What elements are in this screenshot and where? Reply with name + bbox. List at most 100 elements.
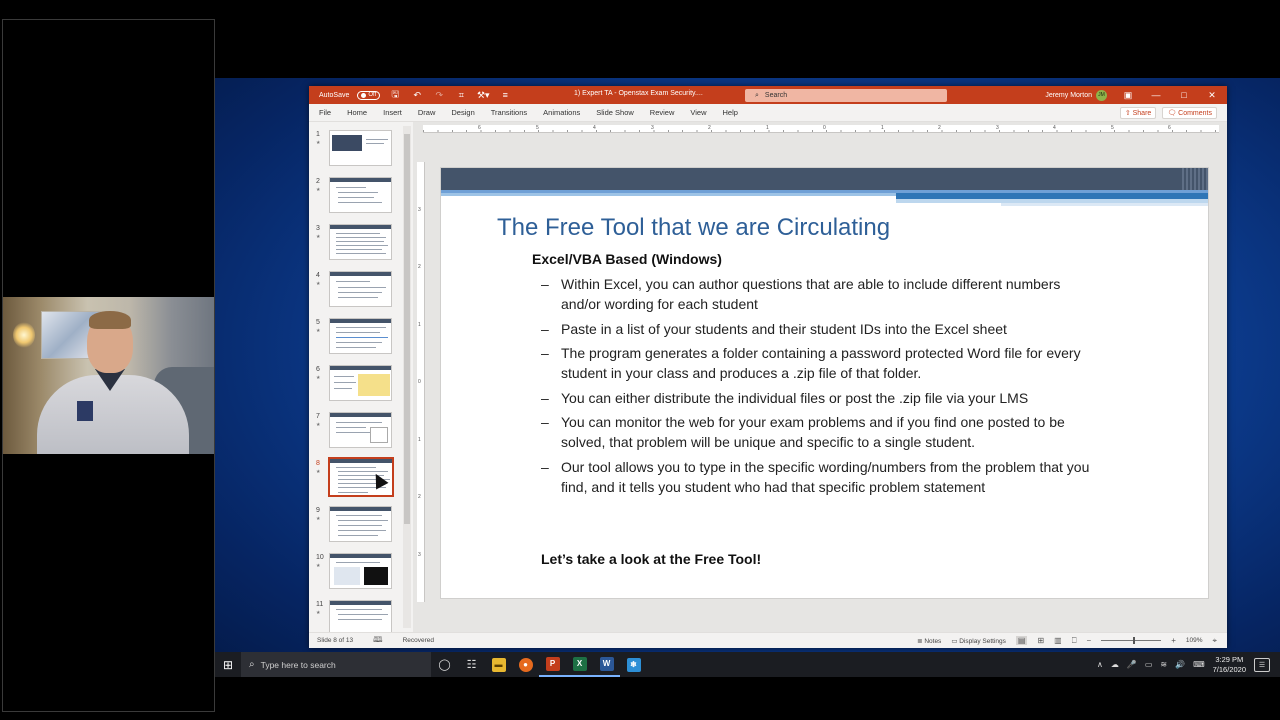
tab-insert[interactable]: Insert <box>375 108 410 117</box>
tab-transitions[interactable]: Transitions <box>483 108 535 117</box>
excel-taskbar-icon[interactable]: X <box>566 652 593 677</box>
customize-qat-icon[interactable]: ≡ <box>498 90 512 100</box>
present-icon[interactable]: ⌗ <box>454 90 468 101</box>
wifi-icon[interactable]: ≋ <box>1160 660 1167 669</box>
tab-help[interactable]: Help <box>715 108 746 117</box>
thumbnail-slide-3[interactable]: 3 ★ <box>309 224 413 270</box>
task-view-icon[interactable]: ☷ <box>458 652 485 677</box>
spelling-icon[interactable]: 🕮 <box>373 634 382 648</box>
thumbnail-slide-4[interactable]: 4 ★ <box>309 271 413 317</box>
tab-view[interactable]: View <box>682 108 714 117</box>
thumbnail-slide-10[interactable]: 10 ★ <box>309 553 413 599</box>
firefox-icon[interactable]: ● <box>512 652 539 677</box>
thumb-line <box>336 422 382 423</box>
close-button[interactable]: ✕ <box>1205 90 1219 101</box>
search-box[interactable]: ⌕ Search <box>745 89 947 102</box>
horizontal-ruler: 6 5 4 3 2 1 0 1 2 3 4 5 6 <box>423 125 1219 133</box>
thumbnail-slide-11[interactable]: 11 ★ <box>309 600 413 632</box>
slide-subheading[interactable]: Excel/VBA Based (Windows) <box>532 251 722 267</box>
comments-button[interactable]: 🗨 Comments <box>1162 107 1217 119</box>
tab-home[interactable]: Home <box>339 108 375 117</box>
thumb-line <box>336 347 376 348</box>
undo-icon[interactable]: ↶ <box>410 90 424 101</box>
format-painter-icon[interactable]: ⚒▾ <box>476 90 490 101</box>
search-placeholder: Search <box>764 92 788 99</box>
thumb-line <box>338 492 368 493</box>
thumb-line <box>336 245 388 246</box>
fit-to-window-icon[interactable]: ⌖ <box>1212 636 1217 646</box>
show-hidden-icons-icon[interactable]: ∧ <box>1097 660 1103 669</box>
tab-animations[interactable]: Animations <box>535 108 588 117</box>
taskbar-search[interactable]: ⌕ Type here to search <box>241 652 431 677</box>
thumbnail-number: 9 <box>316 507 320 514</box>
thumbnail-slide-1[interactable]: 1 ★ <box>309 130 413 176</box>
network-icon[interactable]: ▭ <box>1145 660 1153 669</box>
thumb-line <box>336 562 380 563</box>
thumbnail-slide-7[interactable]: 7 ★ <box>309 412 413 458</box>
onedrive-icon[interactable]: ☁ <box>1111 660 1119 669</box>
word-taskbar-icon[interactable]: W <box>593 652 620 677</box>
status-bar: Slide 8 of 13 🕮 Recovered ≣ Notes ▭ Disp… <box>309 632 1227 648</box>
tab-draw[interactable]: Draw <box>410 108 444 117</box>
thumbnail-slide-5[interactable]: 5 ★ <box>309 318 413 364</box>
transition-star-icon: ★ <box>316 563 321 569</box>
thumbnail-image <box>329 177 392 213</box>
notes-button[interactable]: ≣ Notes <box>917 637 941 645</box>
slide-closing-line[interactable]: Let’s take a look at the Free Tool! <box>541 551 761 567</box>
zoom-in-icon[interactable]: + <box>1171 636 1176 645</box>
account-area[interactable]: Jeremy Morton JM <box>1045 89 1107 101</box>
thumb-line <box>338 619 382 620</box>
file-explorer-icon[interactable]: ▬ <box>485 652 512 677</box>
thumbnail-slide-9[interactable]: 9 ★ <box>309 506 413 552</box>
thumbnail-slide-2[interactable]: 2 ★ <box>309 177 413 223</box>
reading-view-icon[interactable]: ▥ <box>1054 636 1062 645</box>
powerpoint-window: AutoSave Off 🖫 ↶ ↷ ⌗ ⚒▾ ≡ 1) Expert TA -… <box>309 86 1227 648</box>
volume-icon[interactable]: 🔊 <box>1175 660 1185 669</box>
redo-icon[interactable]: ↷ <box>432 90 446 101</box>
thumbnail-slide-6[interactable]: 6 ★ <box>309 365 413 411</box>
toggle-dot-icon <box>361 92 367 98</box>
maximize-button[interactable]: □ <box>1177 90 1191 100</box>
clock[interactable]: 3:29 PM 7/16/2020 <box>1213 655 1246 675</box>
thumbnail-image <box>329 365 392 401</box>
slide-title[interactable]: The Free Tool that we are Circulating <box>497 214 890 242</box>
tab-file[interactable]: File <box>309 108 339 117</box>
autosave-toggle[interactable]: Off <box>357 90 381 100</box>
dash-bullet-icon: – <box>541 320 549 337</box>
bullet-list[interactable]: – Within Excel, you can author questions … <box>541 274 1101 501</box>
scrollbar-thumb[interactable] <box>404 134 410 524</box>
save-icon[interactable]: 🖫 <box>388 87 402 103</box>
keyboard-icon[interactable]: ⌨ <box>1193 660 1205 669</box>
slide-sorter-icon[interactable]: ⊞ <box>1037 636 1044 645</box>
thumb-line <box>334 376 354 377</box>
tab-review[interactable]: Review <box>642 108 683 117</box>
normal-view-icon[interactable]: ▤ <box>1015 636 1028 645</box>
thumb-line <box>334 382 356 383</box>
zoom-slider-thumb[interactable] <box>1133 637 1136 644</box>
thumbnail-slide-8[interactable]: 8 ★ <box>309 457 413 505</box>
powerpoint-taskbar-icon[interactable]: P <box>539 652 566 677</box>
tab-slide-show[interactable]: Slide Show <box>588 108 642 117</box>
system-tray: ∧ ☁ 🎤 ▭ ≋ 🔊 ⌨ 3:29 PM 7/16/2020 ☰ <box>1097 655 1280 675</box>
zoom-slider[interactable] <box>1101 637 1162 644</box>
notifications-icon[interactable]: ☰ <box>1254 657 1270 672</box>
windows-taskbar: ⊞ ⌕ Type here to search ◯ ☷ ▬ ● P X W ❄ … <box>215 652 1280 677</box>
thumb-line <box>338 292 382 293</box>
microphone-icon[interactable]: 🎤 <box>1127 660 1137 669</box>
display-settings-button[interactable]: ▭ Display Settings <box>951 637 1006 645</box>
tab-design[interactable]: Design <box>443 108 482 117</box>
thumb-line <box>336 249 382 250</box>
thumbnails-scrollbar[interactable] <box>403 126 411 628</box>
app-taskbar-icon[interactable]: ❄ <box>620 652 647 677</box>
zoom-out-icon[interactable]: − <box>1087 636 1092 645</box>
cortana-icon[interactable]: ◯ <box>431 652 458 677</box>
minimize-button[interactable]: — <box>1149 90 1163 100</box>
ruler-tick: 6 <box>1168 125 1171 131</box>
thumb-image-block <box>370 427 388 443</box>
share-button[interactable]: ⇧ Share <box>1119 107 1157 119</box>
slideshow-view-icon[interactable]: ⎕ <box>1072 636 1077 646</box>
ribbon-display-icon[interactable]: ▣ <box>1121 90 1135 101</box>
slide-canvas[interactable]: The Free Tool that we are Circulating Ex… <box>440 167 1209 599</box>
zoom-level[interactable]: 109% <box>1186 637 1203 644</box>
start-button[interactable]: ⊞ <box>215 652 241 677</box>
